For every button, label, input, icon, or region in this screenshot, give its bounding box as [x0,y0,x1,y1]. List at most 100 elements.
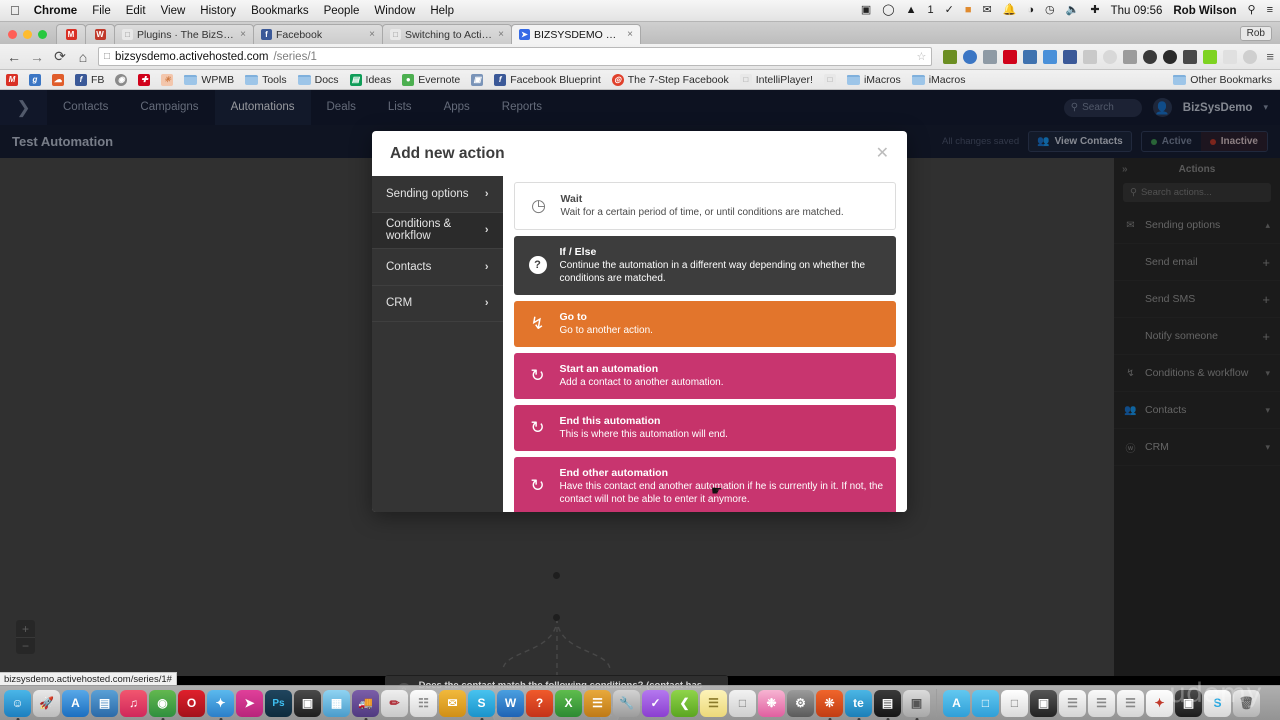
dock-stack-document[interactable]: □ [1001,689,1028,717]
bookmark-feed[interactable]: ☁ [52,73,64,86]
chevron-right-icon[interactable]: › [485,188,489,200]
moon-icon[interactable] [1243,49,1258,64]
menu-file[interactable]: File [92,5,111,17]
browser-tab-bizsysdemo[interactable]: ➤ BIZSYSDEMO Email Marke × [511,24,641,44]
mail-icon[interactable]: ✉ [982,5,991,16]
bluetooth-icon[interactable]: ✚ [1090,5,1099,16]
dock-icon-taskpaper[interactable]: ✓ [642,689,669,717]
minimize-window-button[interactable] [23,30,32,39]
dock-icon-evernote-dup[interactable]: ✉ [439,689,466,717]
volume-icon[interactable]: 🔈 [1066,5,1080,16]
dock-icon-safari[interactable]: ✦ [207,689,234,717]
evernote-clipper-icon[interactable] [943,49,958,64]
dock-icon-screenflow[interactable]: ▣ [294,689,321,717]
apple-icon[interactable]:  [10,4,20,17]
dock-stack-doc-4[interactable]: ☰ [1117,689,1144,717]
bookmark-evernote[interactable]: ● Evernote [402,73,460,86]
buffer-icon[interactable] [1103,49,1118,64]
browser-tab-plugins[interactable]: □ Plugins · The BizSysMan × [114,24,254,44]
reload-icon[interactable]: ⟳ [52,48,68,65]
close-tab-icon[interactable]: × [627,29,633,40]
dock-icon-transmit[interactable]: 🚚 [352,689,379,717]
dock-icon-cornerstone[interactable]: ❮ [671,689,698,717]
bookmark-medical[interactable]: ✚ [138,73,151,86]
menu-help[interactable]: Help [430,5,454,17]
dock-icon-snagit[interactable]: ? [526,689,553,717]
browser-tab-pinned-wp[interactable]: W [85,24,115,44]
close-tab-icon[interactable]: × [240,29,246,40]
action-card-wait[interactable]: ◷ Wait Wait for a certain period of time… [513,182,896,230]
modal-category-contacts[interactable]: Contacts › [372,249,503,286]
menu-chrome[interactable]: Chrome [34,5,77,17]
chrome-menu-icon[interactable]: ≡ [1264,49,1274,64]
dock-icon-scanner[interactable]: ▣ [903,689,930,717]
checkmark-icon[interactable]: ✓ [945,5,954,16]
bookmark-page[interactable]: □ [823,73,836,86]
dock-icon-appstore[interactable]: A [62,689,89,717]
dock-icon-chrome[interactable]: ◉ [149,689,176,717]
bookmark-wpmb[interactable]: WPMB [184,74,234,86]
bookmark-photo[interactable]: ▣ [471,73,484,86]
bookmark-tools[interactable]: Tools [245,74,287,86]
dock-icon-skype[interactable]: S [468,689,495,717]
wifi-icon[interactable]: ◑ [1027,5,1034,16]
dock-icon-archive[interactable]: ☰ [584,689,611,717]
profile-chip[interactable]: Rob [1239,23,1280,44]
save-icon[interactable] [1223,49,1238,64]
bell-icon[interactable]: 🔔 [1003,5,1017,16]
forward-arrow-icon[interactable]: → [29,49,45,65]
clock-icon[interactable] [1143,49,1158,64]
notification-center-icon[interactable]: ≡ [1267,5,1273,16]
dock-icon-notes[interactable]: ☰ [700,689,727,717]
browser-tab-facebook[interactable]: f Facebook × [253,24,383,44]
dock-stack-image[interactable]: ▣ [1030,689,1057,717]
action-card-start-automation[interactable]: ↻ Start an automation Add a contact to a… [513,353,896,399]
dock-folder-applications[interactable]: A [943,689,970,717]
maximize-window-button[interactable] [38,30,47,39]
dock-icon-textexpander[interactable]: te [845,689,872,717]
bookmark-imacros-1[interactable]: iMacros [846,74,901,86]
menu-window[interactable]: Window [374,5,415,17]
dock-icon-activecampaign[interactable]: ➤ [236,689,263,717]
dock-icon-photoshop[interactable]: Ps [265,689,292,717]
menu-view[interactable]: View [161,5,186,17]
dock-icon-excel[interactable]: X [555,689,582,717]
dock-icon-photos[interactable]: ❉ [758,689,785,717]
action-card-go-to[interactable]: ↯ Go to Go to another action. [513,301,896,347]
bookmark-gmail[interactable]: M [6,73,18,86]
modal-category-conditions-workflow[interactable]: Conditions & workflow › [372,212,503,249]
close-tab-icon[interactable]: × [369,29,375,40]
search-icon[interactable]: ⚲ [1248,5,1256,16]
modal-category-sending-options[interactable]: Sending options › [372,176,503,213]
airmail-icon[interactable]: ▲ [906,5,917,16]
bookmark-facebook-blueprint[interactable]: f Facebook Blueprint [494,73,601,86]
bookmark-intelliplayer[interactable]: □ IntelliPlayer! [739,73,813,86]
facebook-pixel-icon[interactable] [1063,49,1078,64]
dock-folder-documents[interactable]: □ [972,689,999,717]
menu-history[interactable]: History [200,5,236,17]
bookmark-docs[interactable]: Docs [297,74,339,86]
action-card-end-this-automation[interactable]: ↻ End this automation This is where this… [513,405,896,451]
close-icon[interactable]: ✕ [876,145,889,162]
code-icon[interactable] [1123,49,1138,64]
menu-people[interactable]: People [324,5,360,17]
bookmark-globe[interactable]: ◉ [115,73,128,86]
dock-icon-pdf[interactable]: □ [729,689,756,717]
dock-icon-preferences[interactable]: ⚙ [787,689,814,717]
action-card-end-other-automation[interactable]: ↻ End other automation Have this contact… [513,457,896,512]
dock-icon-displays[interactable]: ▤ [91,689,118,717]
menu-user[interactable]: Rob Wilson [1173,5,1236,17]
adblock-icon[interactable] [1003,49,1018,64]
bookmark-fb[interactable]: f FB [75,73,104,86]
bookmark-ideas[interactable]: ▤ Ideas [349,73,391,86]
dock-icon-colors[interactable]: ❊ [816,689,843,717]
dock-icon-pages[interactable]: ☷ [410,689,437,717]
action-card-if-else[interactable]: ? If / Else Continue the automation in a… [513,236,896,295]
bookmark-7-step-facebook[interactable]: ◎ The 7-Step Facebook [611,73,729,86]
window-controls[interactable] [0,30,56,44]
chevron-right-icon[interactable]: › [485,224,489,236]
browser-tab-switching[interactable]: □ Switching to Active Campa × [382,24,512,44]
menu-clock[interactable]: Thu 09:56 [1111,5,1163,17]
dock-icon-keynote[interactable]: ▦ [323,689,350,717]
close-window-button[interactable] [8,30,17,39]
